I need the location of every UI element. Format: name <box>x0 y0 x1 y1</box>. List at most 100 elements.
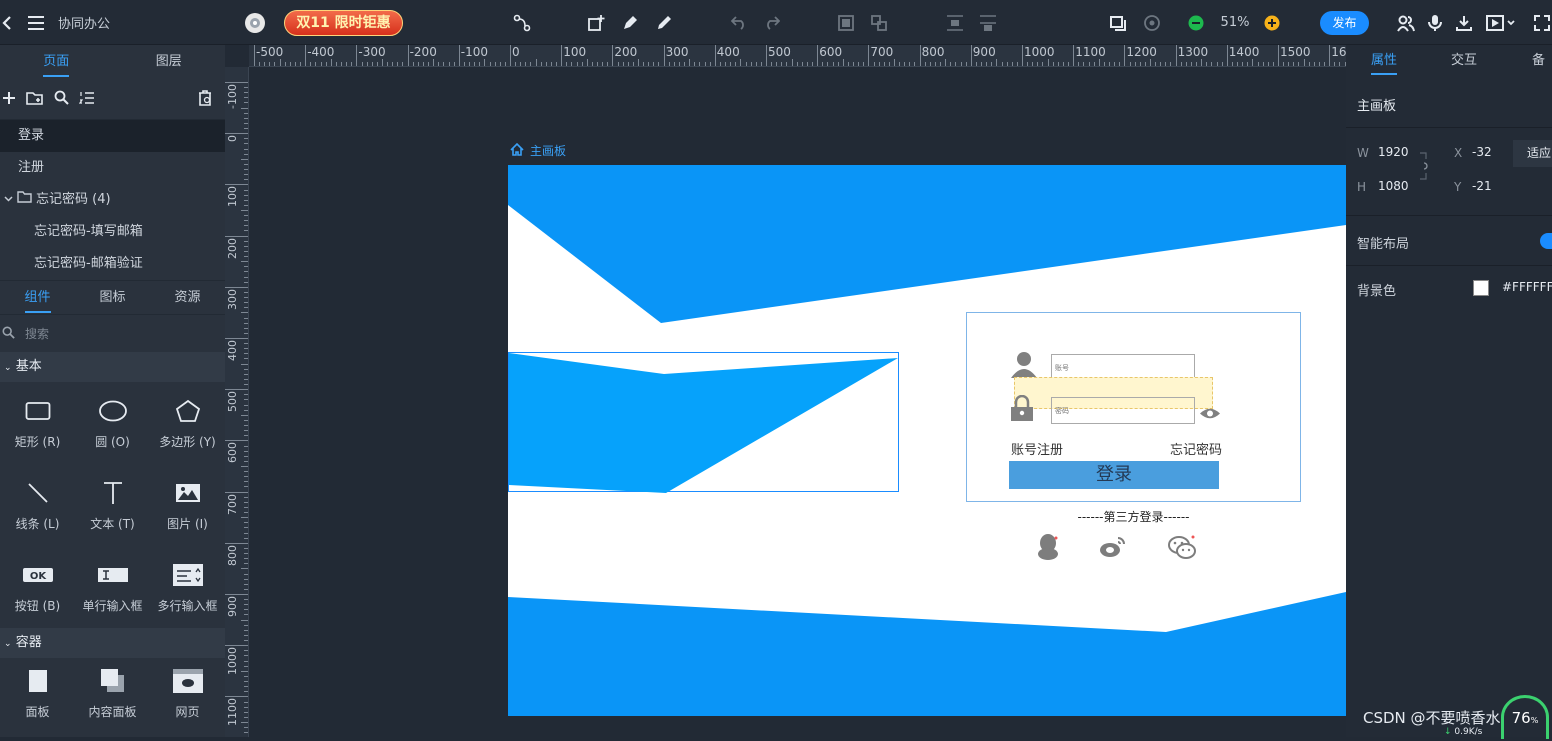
fit-button[interactable]: 适应 <box>1513 140 1552 167</box>
ruler-tick <box>225 542 248 544</box>
ruler-tick <box>244 276 248 278</box>
login-button[interactable]: 登录 <box>1009 461 1219 489</box>
undo-icon[interactable] <box>729 0 749 45</box>
tab-interactions[interactable]: 交互 <box>1422 45 1506 77</box>
container-panel[interactable]: 面板 <box>0 658 75 728</box>
tab-properties[interactable]: 属性 <box>1346 45 1422 77</box>
forgot-password-link[interactable]: 忘记密码 <box>1170 439 1222 458</box>
main-artboard[interactable]: 账号 密码 账号注册 忘记密码 登录 ------第三方登录------ <box>508 165 1346 716</box>
container-webpage[interactable]: 网页 <box>150 658 225 728</box>
component-image[interactable]: 图片 (I) <box>150 464 225 546</box>
background-color-swatch[interactable] <box>1473 280 1489 296</box>
x-value[interactable]: -32 <box>1472 145 1492 159</box>
vertical-ruler[interactable]: -100 0 100 200 300 400 500 600 700 800 900 1000 1100 <box>225 67 249 737</box>
ungroup-icon[interactable] <box>869 0 889 45</box>
component-line[interactable]: 线条 (L) <box>0 464 75 546</box>
project-title[interactable]: 协同办公 <box>58 0 118 45</box>
promo-badge[interactable]: 双11 限时钜惠 <box>284 0 403 45</box>
tab-layers[interactable]: 图层 <box>113 45 226 79</box>
smart-layout-toggle[interactable] <box>1540 233 1552 249</box>
tab-components[interactable]: 组件 <box>0 281 75 315</box>
add-page-icon[interactable] <box>2 91 16 108</box>
background-color-value[interactable]: #FFFFFF <box>1502 280 1552 294</box>
container-label: 网页 <box>175 704 200 719</box>
decorative-shape-box[interactable] <box>508 352 899 493</box>
width-value[interactable]: 1920 <box>1378 145 1409 159</box>
menu-icon[interactable] <box>26 0 46 45</box>
pencil-icon[interactable] <box>654 0 674 45</box>
section-container[interactable]: ⌄ 容器 <box>0 628 225 658</box>
page-folder-forgot[interactable]: 忘记密码 (4) <box>0 184 225 216</box>
eye-icon[interactable] <box>1199 407 1221 423</box>
settings-icon[interactable] <box>1142 0 1162 45</box>
page-item-forgot-verify[interactable]: 忘记密码-邮箱验证 <box>0 248 225 280</box>
ruler-tick <box>827 62 829 66</box>
tab-icons[interactable]: 图标 <box>75 281 150 315</box>
qq-icon[interactable] <box>1036 533 1060 564</box>
trash-icon[interactable] <box>197 89 213 109</box>
zoom-in-icon[interactable] <box>1263 0 1281 45</box>
page-item-forgot-email[interactable]: 忘记密码-填写邮箱 <box>0 216 225 248</box>
register-link[interactable]: 账号注册 <box>1011 439 1063 458</box>
weibo-icon[interactable] <box>1099 535 1127 562</box>
artboard-icon[interactable] <box>1108 0 1128 45</box>
container-content-panel[interactable]: 内容面板 <box>75 658 150 728</box>
section-basic[interactable]: ⌄ 基本 <box>0 352 225 382</box>
pen-icon[interactable] <box>620 0 640 45</box>
y-value[interactable]: -21 <box>1472 179 1492 193</box>
horizontal-ruler[interactable]: -500 -400 -300 -200 -100 0 100 200 300 400 500 600 7… <box>249 45 1346 67</box>
canvas-area[interactable]: 主画板 账号 密码 账号注册 忘记密码 登录 ------第三方登录------ <box>249 67 1346 737</box>
search-input[interactable]: 搜索 <box>25 325 49 342</box>
app-logo-icon <box>243 0 267 45</box>
back-icon[interactable] <box>0 0 14 45</box>
publish-button[interactable]: 发布 <box>1320 0 1369 45</box>
ruler-tick <box>894 59 895 66</box>
ruler-tick <box>244 256 248 258</box>
divider <box>1346 215 1552 216</box>
zoom-out-icon[interactable] <box>1187 0 1205 45</box>
chevron-down-icon[interactable] <box>4 184 13 216</box>
add-folder-icon[interactable] <box>26 91 44 108</box>
component-polygon[interactable]: 多边形 (Y) <box>150 382 225 464</box>
collaborators-icon[interactable] <box>1396 0 1416 45</box>
component-text[interactable]: 文本 (T) <box>75 464 150 546</box>
ruler-tick-label: 500 <box>226 391 239 413</box>
zoom-level[interactable]: 51% <box>1218 0 1252 45</box>
wechat-icon[interactable] <box>1167 535 1197 564</box>
sort-list-icon[interactable] <box>78 91 95 108</box>
ratio-lock-icon[interactable] <box>1418 151 1432 184</box>
ruler-tick <box>244 609 248 611</box>
tab-resources[interactable]: 资源 <box>150 281 225 315</box>
distribute-v-icon[interactable] <box>945 0 965 45</box>
distribute-h-icon[interactable] <box>978 0 998 45</box>
component-input[interactable]: 单行输入框 <box>75 546 150 628</box>
component-circle[interactable]: 圆 (O) <box>75 382 150 464</box>
redo-icon[interactable] <box>762 0 782 45</box>
component-textarea[interactable]: 多行输入框 <box>150 546 225 628</box>
search-icon[interactable] <box>54 90 69 108</box>
component-search[interactable]: 搜索 <box>0 314 225 352</box>
page-item-login[interactable]: 登录 <box>0 120 225 152</box>
download-icon[interactable] <box>1454 0 1474 45</box>
ruler-tick <box>443 62 445 66</box>
board-title[interactable]: 主画板 <box>510 142 566 159</box>
component-rectangle[interactable]: 矩形 (R) <box>0 382 75 464</box>
group-icon[interactable] <box>836 0 856 45</box>
password-input[interactable]: 密码 <box>1051 397 1195 424</box>
ruler-tick <box>673 62 675 66</box>
third-party-label: ------第三方登录------ <box>1077 510 1190 524</box>
page-item-register[interactable]: 注册 <box>0 152 225 184</box>
tab-pages[interactable]: 页面 <box>0 45 113 79</box>
add-frame-icon[interactable] <box>586 0 606 45</box>
ruler-tick <box>1022 45 1023 66</box>
component-label: 圆 (O) <box>95 434 130 449</box>
tab-notes[interactable]: 备注 <box>1506 45 1552 77</box>
ruler-tick <box>597 62 599 66</box>
fullscreen-icon[interactable] <box>1532 0 1552 45</box>
ruler-tick <box>244 419 248 421</box>
preview-dropdown[interactable] <box>1484 0 1518 45</box>
component-button[interactable]: OK 按钮 (B) <box>0 546 75 628</box>
height-value[interactable]: 1080 <box>1378 179 1409 193</box>
connector-icon[interactable] <box>512 0 532 45</box>
microphone-icon[interactable] <box>1426 0 1444 45</box>
